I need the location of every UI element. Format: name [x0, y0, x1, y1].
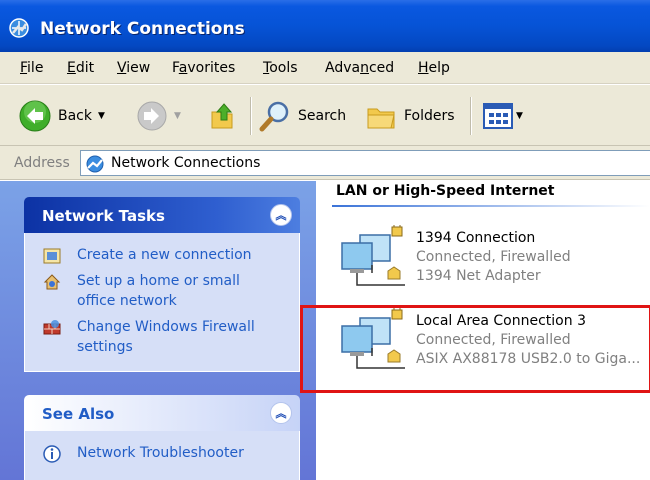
folders-button[interactable]: Folders — [364, 99, 455, 133]
menu-view[interactable]: View — [117, 60, 150, 76]
views-button[interactable]: ▼ — [482, 99, 523, 133]
task-label: Network Troubleshooter — [77, 445, 244, 461]
collapse-icon[interactable]: ︽ — [270, 204, 292, 226]
network-tasks-title: Network Tasks — [42, 207, 165, 225]
views-icon — [483, 103, 513, 129]
see-also-body: Network Troubleshooter — [24, 431, 300, 480]
task-pane: Network Tasks ︽ Create a new connection … — [0, 181, 316, 480]
back-label: Back — [58, 108, 92, 124]
group-divider — [332, 205, 650, 207]
menu-help[interactable]: Help — [418, 60, 450, 76]
new-connection-icon — [43, 248, 61, 264]
network-tasks-panel: Network Tasks ︽ Create a new connection … — [24, 197, 300, 372]
title-bar[interactable]: Network Connections — [0, 0, 650, 52]
highlight-box — [300, 305, 650, 393]
folders-label: Folders — [404, 108, 455, 124]
forward-button[interactable]: ▼ — [136, 99, 181, 133]
connection-status: Connected, Firewalled — [416, 249, 571, 265]
connection-item-1394[interactable]: 1394 Connection Connected, Firewalled 13… — [336, 225, 650, 291]
menu-file[interactable]: File — [20, 60, 43, 76]
firewall-icon — [43, 320, 61, 335]
search-button[interactable]: Search — [258, 99, 346, 133]
network-connections-icon — [86, 155, 104, 173]
up-folder-icon — [211, 103, 233, 129]
task-label: Change Windows Firewall settings — [77, 319, 255, 355]
views-dropdown-icon[interactable]: ▼ — [516, 111, 523, 121]
forward-dropdown-icon[interactable]: ▼ — [174, 111, 181, 121]
address-label: Address — [14, 155, 70, 171]
network-tasks-header[interactable]: Network Tasks ︽ — [24, 197, 300, 233]
task-label: Create a new connection — [77, 247, 252, 263]
toolbar-separator — [250, 97, 252, 135]
back-arrow-icon — [19, 100, 51, 132]
address-bar: Address Network Connections — [0, 146, 650, 180]
address-value: Network Connections — [111, 155, 261, 171]
network-troubleshooter-link[interactable]: Network Troubleshooter — [25, 439, 299, 465]
menu-favorites[interactable]: Favorites — [172, 60, 235, 76]
back-button[interactable]: Back ▼ — [18, 99, 105, 133]
search-label: Search — [298, 108, 347, 124]
network-tasks-body: Create a new connection Set up a home or… — [24, 233, 300, 372]
network-connection-icon — [341, 225, 405, 286]
see-also-title: See Also — [42, 405, 115, 423]
up-button[interactable] — [206, 99, 238, 133]
address-input[interactable]: Network Connections — [80, 150, 650, 176]
menu-edit[interactable]: Edit — [67, 60, 94, 76]
network-connections-icon — [9, 18, 29, 38]
toolbar: Back ▼ ▼ Search Folders ▼ — [0, 84, 650, 146]
connection-device: 1394 Net Adapter — [416, 268, 541, 284]
create-connection-link[interactable]: Create a new connection — [25, 241, 299, 267]
group-header: LAN or High-Speed Internet — [336, 183, 555, 199]
forward-arrow-icon — [137, 101, 167, 131]
info-icon — [43, 445, 61, 463]
back-dropdown-icon[interactable]: ▼ — [98, 111, 105, 121]
menu-bar: File Edit View Favorites Tools Advanced … — [0, 52, 650, 84]
firewall-settings-link[interactable]: Change Windows Firewall settings — [25, 313, 299, 359]
menu-advanced[interactable]: Advanced — [325, 60, 394, 76]
folders-icon — [367, 108, 395, 129]
toolbar-separator — [470, 97, 472, 135]
menu-tools[interactable]: Tools — [263, 60, 298, 76]
see-also-header[interactable]: See Also ︽ — [24, 395, 300, 431]
see-also-panel: See Also ︽ Network Troubleshooter — [24, 395, 300, 480]
collapse-icon[interactable]: ︽ — [270, 402, 292, 424]
window-title: Network Connections — [40, 19, 245, 39]
task-label: Set up a home or small office network — [77, 273, 240, 309]
home-network-link[interactable]: Set up a home or small office network — [25, 267, 299, 313]
search-icon — [259, 101, 289, 132]
connection-name: 1394 Connection — [416, 230, 536, 246]
home-network-icon — [43, 274, 61, 290]
